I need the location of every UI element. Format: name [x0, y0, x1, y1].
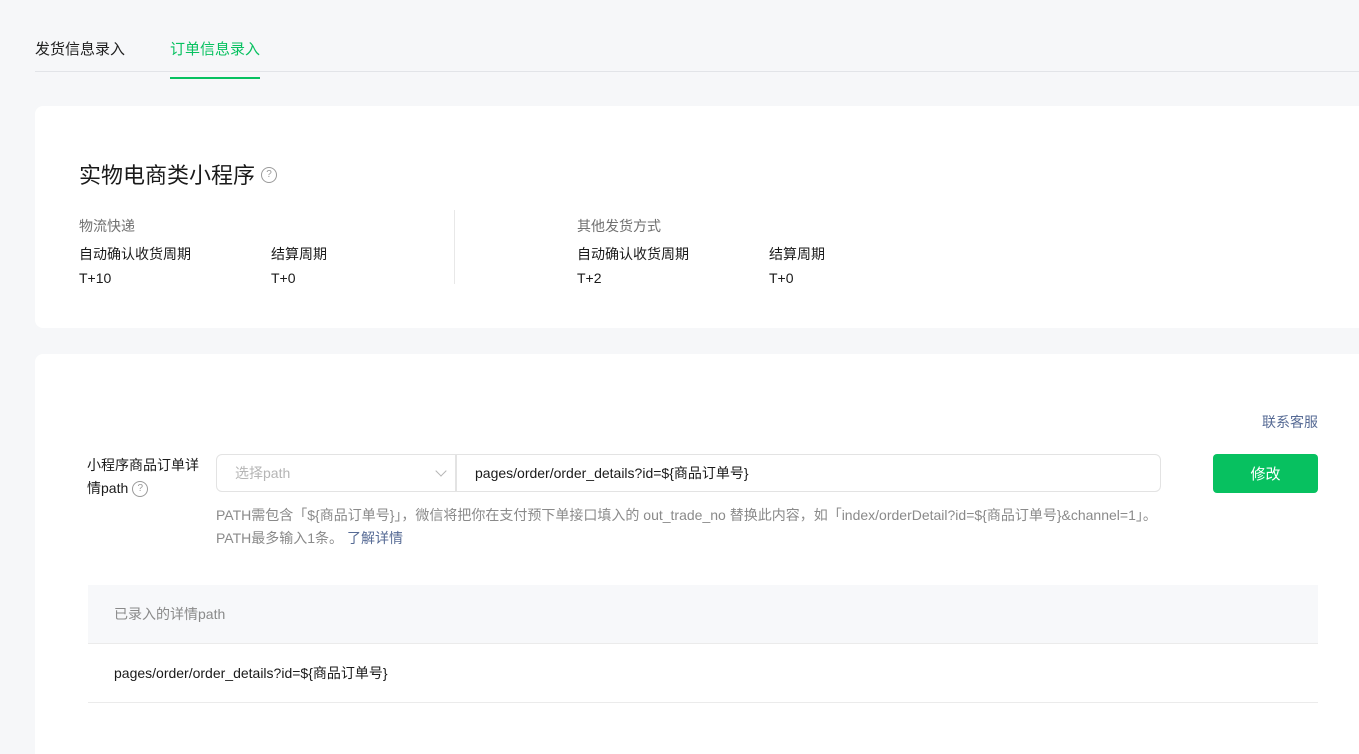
section-other-shipping: 其他发货方式 自动确认收货周期 T+2 结算周期 T+0: [577, 216, 825, 286]
contact-support-link[interactable]: 联系客服: [1262, 412, 1318, 432]
question-icon[interactable]: ?: [132, 481, 149, 498]
select-placeholder: 选择path: [235, 465, 291, 481]
modify-button[interactable]: 修改: [1213, 454, 1318, 493]
kv-key: 自动确认收货周期: [79, 246, 191, 262]
field-label: 小程序商品订单详情path?: [87, 454, 207, 500]
table-header: 已录入的详情path: [88, 585, 1318, 644]
kv-confirm-period: 自动确认收货周期 T+10: [79, 244, 269, 286]
kv-key: 自动确认收货周期: [577, 246, 689, 262]
table-row: pages/order/order_details?id=${商品订单号}: [88, 644, 1318, 703]
kv-value: T+0: [271, 270, 296, 286]
section-label: 其他发货方式: [577, 218, 661, 234]
section-express: 物流快递 自动确认收货周期 T+10 结算周期 T+0: [79, 216, 327, 286]
path-input[interactable]: [456, 454, 1161, 492]
path-hint: PATH需包含「${商品订单号}」，微信将把你在支付预下单接口填入的 out_t…: [216, 504, 1166, 550]
kv-settlement-period: 结算周期 T+0: [271, 244, 421, 286]
tab-shipping-info[interactable]: 发货信息录入: [35, 38, 125, 77]
kv-key: 结算周期: [271, 246, 327, 262]
section-label: 物流快递: [79, 218, 135, 234]
learn-more-link[interactable]: 了解详情: [347, 530, 403, 546]
path-table: 已录入的详情path pages/order/order_details?id=…: [88, 585, 1318, 703]
page-title-text: 实物电商类小程序: [79, 163, 256, 188]
divider: [454, 210, 455, 284]
tab-bar: 发货信息录入 订单信息录入: [35, 0, 1359, 79]
config-card: 联系客服 小程序商品订单详情path? 选择path 修改 PATH需包含「${…: [35, 354, 1359, 754]
tab-order-info[interactable]: 订单信息录入: [170, 38, 261, 79]
kv-key: 结算周期: [769, 246, 825, 262]
kv-confirm-period: 自动确认收货周期 T+2: [577, 244, 767, 286]
summary-card: 实物电商类小程序? 物流快递 自动确认收货周期 T+10 结算周期 T+0 其他…: [35, 106, 1359, 328]
path-select[interactable]: 选择path: [216, 454, 456, 492]
kv-value: T+10: [79, 270, 112, 286]
question-icon[interactable]: ?: [261, 167, 278, 184]
chevron-down-icon: [435, 465, 447, 477]
page-title: 实物电商类小程序?: [79, 158, 278, 190]
kv-value: T+0: [769, 270, 794, 286]
kv-settlement-period: 结算周期 T+0: [769, 244, 919, 286]
kv-value: T+2: [577, 270, 602, 286]
